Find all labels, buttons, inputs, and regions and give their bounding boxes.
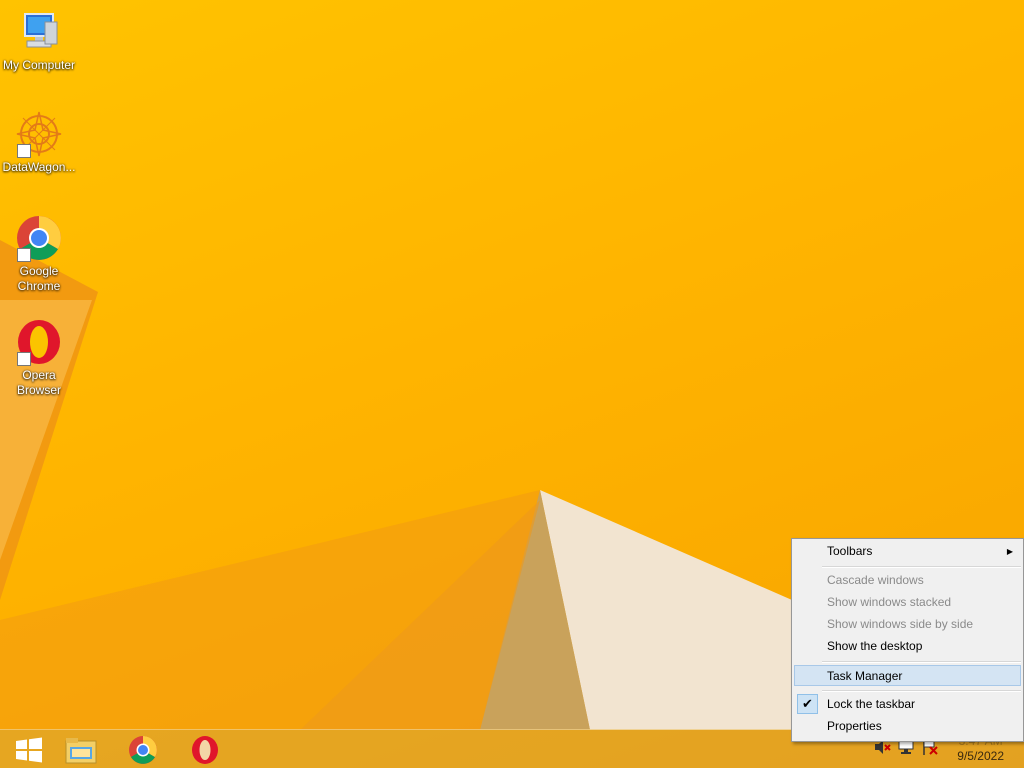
datawagon-icon[interactable]: DataWagon... bbox=[0, 110, 78, 175]
menu-item-label: Cascade windows bbox=[827, 573, 924, 587]
menu-item-label: Task Manager bbox=[827, 669, 903, 683]
menu-item-properties[interactable]: Properties bbox=[794, 716, 1021, 737]
desktop[interactable]: My Computer DataWagon... Google Chrome O… bbox=[0, 0, 1024, 768]
opera-browser-icon[interactable]: Opera Browser bbox=[0, 318, 78, 398]
clock-date: 9/5/2022 bbox=[957, 749, 1004, 763]
opera-icon bbox=[192, 735, 218, 764]
menu-item-label: Show the desktop bbox=[827, 639, 923, 653]
menu-separator bbox=[822, 566, 1021, 568]
shortcut-arrow-icon bbox=[17, 248, 31, 262]
opera-taskbar-button[interactable] bbox=[176, 730, 234, 768]
chrome-icon bbox=[15, 214, 63, 262]
shortcut-arrow-icon bbox=[17, 144, 31, 158]
file-explorer-button[interactable] bbox=[52, 730, 110, 768]
menu-separator bbox=[822, 690, 1021, 692]
file-explorer-icon bbox=[65, 737, 97, 763]
chrome-icon bbox=[129, 735, 157, 764]
menu-separator bbox=[822, 661, 1021, 663]
my-computer-icon[interactable]: My Computer bbox=[0, 8, 78, 73]
icon-label: DataWagon... bbox=[2, 160, 76, 174]
submenu-arrow-icon: ▶ bbox=[1006, 547, 1013, 556]
start-button[interactable] bbox=[0, 730, 58, 768]
menu-item-show-desktop[interactable]: Show the desktop bbox=[794, 636, 1021, 657]
datawagon-logo-icon bbox=[15, 110, 63, 158]
menu-item-toolbars[interactable]: Toolbars ▶ bbox=[794, 541, 1021, 562]
menu-item-show-windows-side-by-side[interactable]: Show windows side by side bbox=[794, 614, 1021, 635]
menu-item-cascade-windows[interactable]: Cascade windows bbox=[794, 570, 1021, 591]
menu-item-label: Lock the taskbar bbox=[827, 697, 916, 711]
opera-icon bbox=[15, 318, 63, 366]
windows-logo-icon bbox=[16, 737, 42, 762]
icon-label: My Computer bbox=[2, 58, 76, 72]
menu-item-label: Toolbars bbox=[827, 544, 873, 558]
computer-icon bbox=[15, 8, 63, 56]
icon-label: Opera Browser bbox=[16, 368, 61, 397]
menu-item-show-windows-stacked[interactable]: Show windows stacked bbox=[794, 592, 1021, 613]
shortcut-arrow-icon bbox=[17, 352, 31, 366]
menu-item-task-manager[interactable]: Task Manager bbox=[794, 665, 1021, 686]
menu-item-label: Show windows stacked bbox=[827, 595, 952, 609]
checkmark-icon: ✔ bbox=[797, 694, 818, 714]
menu-item-label: Properties bbox=[827, 719, 882, 733]
google-chrome-icon[interactable]: Google Chrome bbox=[0, 214, 78, 294]
menu-item-lock-taskbar[interactable]: ✔ Lock the taskbar bbox=[794, 694, 1021, 715]
taskbar-context-menu: Toolbars ▶ Cascade windows Show windows … bbox=[791, 538, 1024, 742]
chrome-taskbar-button[interactable] bbox=[114, 730, 172, 768]
menu-item-label: Show windows side by side bbox=[827, 617, 974, 631]
icon-label: Google Chrome bbox=[17, 264, 61, 293]
